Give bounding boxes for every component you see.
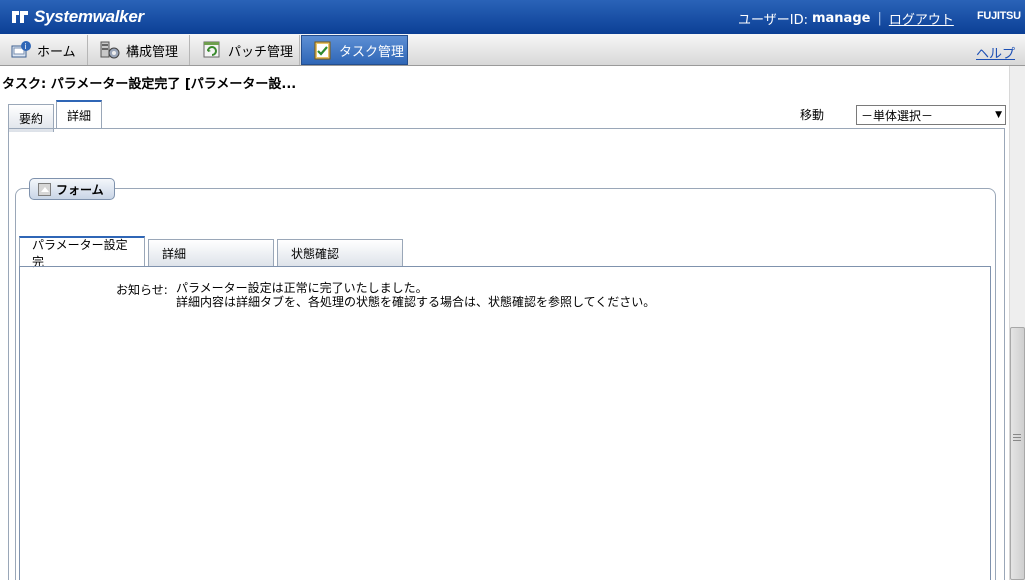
nav-label-configuration: 構成管理 — [126, 44, 179, 60]
tab-summary-label: 要約 — [19, 112, 44, 126]
scrollbar-thumb[interactable] — [1010, 327, 1025, 580]
brand: Systemwalker — [10, 6, 144, 28]
nav-label-task: タスク管理 — [339, 44, 405, 60]
separator: | — [877, 11, 882, 26]
configuration-icon — [100, 41, 120, 59]
home-icon: i — [11, 41, 31, 58]
scrollbar-grip-icon — [1013, 434, 1021, 441]
tab-details[interactable]: 詳細 — [56, 100, 103, 129]
page-title: タスク: パラメーター設定完了 [パラメーター設... — [2, 77, 297, 92]
task-icon — [314, 41, 331, 60]
move-select[interactable]: －単体選択－ ▼ — [856, 105, 1006, 125]
user-area: ユーザーID: manage | ログアウト — [738, 9, 954, 28]
subtab-status-check[interactable]: 状態確認 — [277, 239, 403, 267]
notice-line-1: パラメーター設定は正常に完了いたしました。 — [176, 281, 428, 295]
main-tabs: 要約 詳細 — [8, 100, 103, 132]
notice-text: パラメーター設定は正常に完了いたしました。 詳細内容は詳細タブを、各処理の状態を… — [176, 281, 655, 309]
move-select-value: －単体選択－ — [861, 109, 934, 123]
subtab-parameter-complete[interactable]: パラメーター設定完 — [19, 236, 145, 269]
nav-label-patch: パッチ管理 — [228, 44, 294, 60]
nav-label-home: ホーム — [37, 44, 76, 60]
fujitsu-logo: FUJITSU — [977, 10, 1021, 22]
systemwalker-logo-icon — [12, 11, 28, 23]
user-id-label: ユーザーID: — [738, 13, 808, 28]
nav-item-home[interactable]: i ホーム — [0, 35, 88, 65]
logout-link[interactable]: ログアウト — [889, 9, 954, 28]
subtab-details[interactable]: 詳細 — [148, 239, 274, 267]
subtab-panel — [19, 266, 991, 580]
help-link[interactable]: ヘルプ — [976, 43, 1015, 62]
form-legend-label: フォーム — [56, 182, 104, 197]
subtab-details-label: 詳細 — [162, 247, 187, 261]
subtab-status-check-label: 状態確認 — [291, 247, 340, 261]
user-name: manage — [811, 11, 871, 26]
form-legend-toggle[interactable]: フォーム — [29, 178, 115, 200]
collapse-up-icon — [38, 182, 51, 196]
nav-item-configuration[interactable]: 構成管理 — [89, 35, 190, 65]
notice-label: お知らせ: — [116, 283, 168, 297]
tab-details-label: 詳細 — [67, 109, 92, 123]
svg-text:i: i — [25, 42, 27, 51]
notice-line-2: 詳細内容は詳細タブを、各処理の状態を確認する場合は、状態確認を参照してください。 — [176, 295, 656, 309]
subtab-parameter-complete-label: パラメーター設定完 — [32, 237, 128, 269]
brand-name: Systemwalker — [34, 7, 144, 26]
form-subtabs: パラメーター設定完 詳細 状態確認 — [19, 236, 403, 269]
nav-item-task[interactable]: タスク管理 — [301, 35, 408, 65]
nav-bar: i ホーム 構成管理 パッチ管理 タスク管理 ヘルプ — [0, 34, 1025, 66]
chevron-down-icon: ▼ — [995, 110, 1002, 120]
top-header: Systemwalker ユーザーID: manage | ログアウト FUJI… — [0, 0, 1025, 34]
nav-item-patch[interactable]: パッチ管理 — [191, 35, 300, 65]
patch-icon — [203, 41, 220, 58]
move-label: 移動 — [800, 108, 825, 122]
